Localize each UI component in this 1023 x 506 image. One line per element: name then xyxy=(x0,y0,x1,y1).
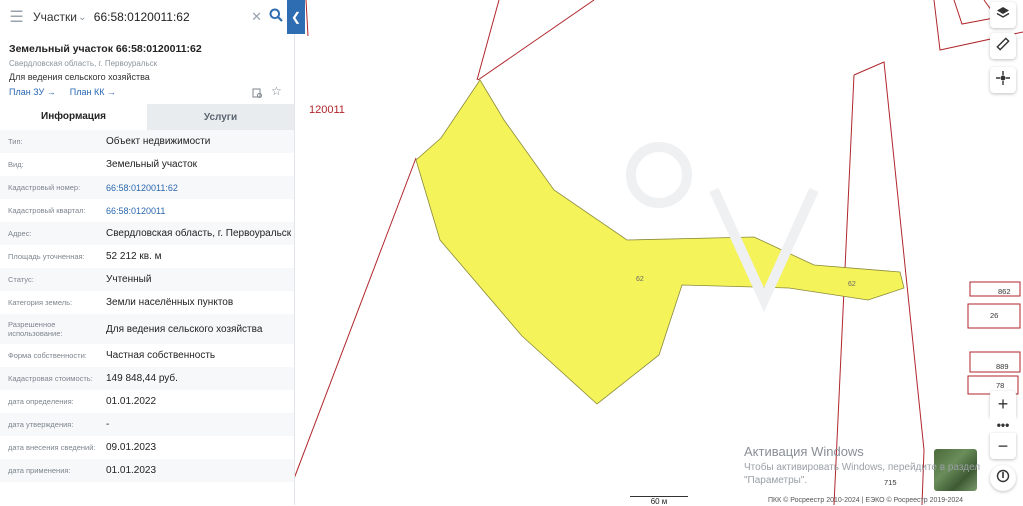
object-purpose: Для ведения сельского хозяйства xyxy=(9,72,150,82)
row-label: дата внесения сведений: xyxy=(8,443,96,452)
tab-services[interactable]: Услуги xyxy=(147,104,294,130)
windows-activation-line: "Параметры". xyxy=(744,475,808,486)
row-label: дата утверждения: xyxy=(8,420,74,429)
row-value: Объект недвижимости xyxy=(106,136,211,147)
parcel-number-label: 26 xyxy=(990,311,999,320)
table-row: Кадастровая стоимость: 149 848,44 руб. xyxy=(0,367,294,390)
row-label: Площадь уточненная: xyxy=(8,252,85,261)
row-label: Кадастровый квартал: xyxy=(8,206,86,215)
row-value: 149 848,44 руб. xyxy=(106,373,178,384)
row-value: 09.01.2023 xyxy=(106,442,157,453)
crosshair-icon xyxy=(996,70,1010,90)
copyright-text: ПКК © Росреестр 2010-2024 | ЕЭКО © Росре… xyxy=(768,497,964,504)
table-row: Адрес: Свердловская область, г. Первоура… xyxy=(0,222,294,245)
search-bar: ☰ Участки ⌄ ✕ xyxy=(0,0,287,35)
table-row: Тип: Объект недвижимости xyxy=(0,130,294,153)
panel-actions: ☆ xyxy=(252,85,282,104)
row-value: Земли населённых пунктов xyxy=(106,297,234,308)
row-value: Частная собственность xyxy=(106,350,216,361)
cadastral-quarter-link[interactable]: 66:58:0120011 xyxy=(106,206,165,216)
map-canvas[interactable] xyxy=(294,0,1023,505)
info-table: Тип: Объект недвижимости Вид: Земельный … xyxy=(0,130,294,482)
row-label: дата применения: xyxy=(8,466,71,475)
measure-button[interactable] xyxy=(990,33,1016,59)
row-value: Земельный участок xyxy=(106,159,198,170)
parcel-number-label: 62 xyxy=(636,276,644,283)
layers-button[interactable] xyxy=(990,2,1016,28)
cadastral-number-link[interactable]: 66:58:0120011:62 xyxy=(106,183,178,193)
plan-kk-link[interactable]: План КК → xyxy=(70,87,116,97)
tab-information[interactable]: Информация xyxy=(0,104,147,130)
row-value: 01.01.2022 xyxy=(106,396,157,407)
row-value: Учтенный xyxy=(106,274,152,285)
search-icon xyxy=(269,8,283,27)
object-title: Земельный участок 66:58:0120011:62 xyxy=(9,43,202,55)
row-label: Тип: xyxy=(8,137,23,146)
row-label: Адрес: xyxy=(8,229,32,238)
table-row: Категория земель: Земли населённых пункт… xyxy=(0,291,294,314)
collapse-panel-button[interactable]: ❮ xyxy=(287,0,305,34)
object-region: Свердловская область, г. Первоуральск xyxy=(9,59,158,68)
row-value: 52 212 кв. м xyxy=(106,251,162,262)
parcel-number-label: 78 xyxy=(996,381,1005,390)
boundary-line xyxy=(294,157,417,481)
row-value: - xyxy=(106,419,110,430)
parcel-number-label: 62 xyxy=(848,281,856,288)
row-label: дата определения: xyxy=(8,397,74,406)
more-icon: ••• xyxy=(996,418,1010,432)
row-label: Разрешенное использование: xyxy=(8,320,63,338)
windows-activation-text: Чтобы активировать Windows, перейдите в … xyxy=(744,461,980,487)
table-row: дата внесения сведений: 09.01.2023 xyxy=(0,436,294,459)
parcel-number-label: 889 xyxy=(996,362,1009,371)
plan-links: План ЗУ → План КК → xyxy=(9,87,116,97)
row-label: Статус: xyxy=(8,275,34,284)
menu-icon[interactable]: ☰ xyxy=(0,7,33,27)
row-label: Форма собственности: xyxy=(8,351,87,360)
location-icon xyxy=(996,469,1010,488)
row-value: 01.01.2023 xyxy=(106,465,157,476)
search-button[interactable] xyxy=(264,8,287,27)
print-icon[interactable] xyxy=(252,86,263,104)
star-icon[interactable]: ☆ xyxy=(271,85,282,104)
parcel-polygon xyxy=(415,79,905,405)
table-row: Форма собственности: Частная собственнос… xyxy=(0,344,294,367)
quarter-boundary xyxy=(305,0,309,37)
table-row: Кадастровый квартал: 66:58:0120011 xyxy=(0,199,294,222)
chevron-left-icon: ❮ xyxy=(290,10,302,24)
info-panel: Земельный участок 66:58:0120011:62 Сверд… xyxy=(0,34,295,505)
chevron-down-icon[interactable]: ⌄ xyxy=(78,12,94,23)
layers-icon xyxy=(996,6,1010,25)
quarter-label: 120011 xyxy=(309,104,345,116)
geolocation-button[interactable] xyxy=(990,465,1016,491)
table-row: Кадастровый номер: 66:58:0120011:62 xyxy=(0,176,294,199)
zoom-out-button[interactable]: − xyxy=(990,433,1016,459)
row-value: Свердловская область, г. Первоуральск xyxy=(106,228,292,239)
parcel-number-label: 862 xyxy=(998,287,1011,296)
windows-activation-title: Активация Windows xyxy=(744,444,864,459)
table-row: дата утверждения: - xyxy=(0,413,294,436)
table-row: Разрешенное использование: Для ведения с… xyxy=(0,314,294,344)
row-label: Категория земель: xyxy=(8,298,73,307)
plan-zu-link[interactable]: План ЗУ → xyxy=(9,87,56,97)
table-row: Статус: Учтенный xyxy=(0,268,294,291)
boundary-line xyxy=(953,0,995,25)
ruler-icon xyxy=(996,36,1010,56)
row-label: Кадастровый номер: xyxy=(8,183,81,192)
row-label: Вид: xyxy=(8,160,24,169)
row-value: Для ведения сельского хозяйства xyxy=(106,323,263,335)
table-row: дата определения: 01.01.2022 xyxy=(0,390,294,413)
minus-icon: − xyxy=(997,435,1009,456)
clear-icon[interactable]: ✕ xyxy=(249,9,265,25)
table-row: Вид: Земельный участок xyxy=(0,153,294,176)
search-input[interactable] xyxy=(93,10,249,24)
table-row: Площадь уточненная: 52 212 кв. м xyxy=(0,245,294,268)
search-type-select[interactable]: Участки xyxy=(33,10,78,24)
panel-tabs: Информация Услуги xyxy=(0,104,294,130)
table-row: дата применения: 01.01.2023 xyxy=(0,459,294,482)
row-label: Кадастровая стоимость: xyxy=(8,374,93,383)
locate-point-button[interactable] xyxy=(990,67,1016,93)
windows-activation-line: Чтобы активировать Windows, перейдите в … xyxy=(744,462,981,473)
